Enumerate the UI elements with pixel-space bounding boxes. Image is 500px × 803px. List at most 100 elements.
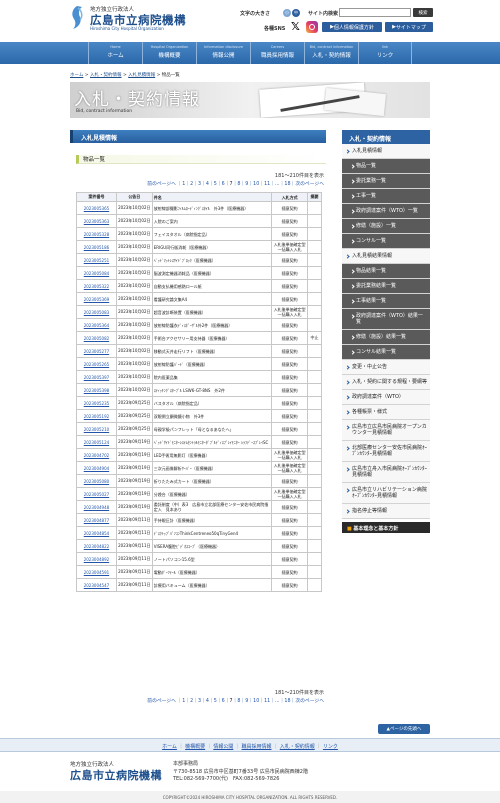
- sidebar-item[interactable]: 政府調達案件（WTO）: [342, 390, 430, 405]
- page-link-top[interactable]: 1: [182, 182, 185, 187]
- case-id-link[interactable]: 2023004591: [84, 570, 109, 575]
- sidebar-item[interactable]: 修繕（施設）一覧: [342, 219, 430, 234]
- sidebar-item[interactable]: 工事一覧: [342, 189, 430, 204]
- page-link-bottom[interactable]: 10: [253, 699, 259, 704]
- footer-link-disclosure[interactable]: 情報公開: [213, 744, 233, 750]
- case-id-link[interactable]: 2023004822: [84, 544, 109, 549]
- sidebar-item[interactable]: 物品結果一覧: [342, 264, 430, 279]
- page-link-top[interactable]: 8: [237, 182, 240, 187]
- page-link-top[interactable]: 9: [245, 182, 248, 187]
- footer-link-careers[interactable]: 職員採用情報: [242, 744, 272, 750]
- sidebar-item[interactable]: 工事結果一覧: [342, 294, 430, 309]
- next-page-link[interactable]: 次のページへ: [295, 699, 324, 704]
- sidebar-item[interactable]: 委託業務一覧: [342, 174, 430, 189]
- case-id-link[interactable]: 2023005082: [84, 336, 109, 341]
- sidebar-item[interactable]: 入札見積情報: [342, 144, 430, 159]
- logo-icon[interactable]: [70, 5, 85, 30]
- page-link-bottom[interactable]: 11: [264, 699, 270, 704]
- case-id-link[interactable]: 2023004702: [84, 453, 109, 458]
- page-link-top[interactable]: 5: [214, 182, 217, 187]
- case-id-link[interactable]: 2023004948: [84, 505, 109, 510]
- sidebar-item[interactable]: 広島市立広島市民病院オープンカウンター見積情報: [342, 420, 430, 441]
- gnav-link[interactable]: link リンク: [358, 42, 412, 64]
- case-id-link[interactable]: 2023005192: [84, 414, 109, 419]
- page-link-top[interactable]: 18: [284, 182, 290, 187]
- sidebar-item[interactable]: 政府調達案件（WTO）一覧: [342, 204, 430, 219]
- gnav-home[interactable]: Home ホーム: [88, 42, 142, 64]
- page-link-bottom[interactable]: 5: [214, 699, 217, 704]
- page-link-bottom[interactable]: 6: [222, 699, 225, 704]
- x-icon[interactable]: 𝕏: [291, 21, 302, 32]
- sidebar-item[interactable]: 入札・契約に関する規程・要綱等: [342, 375, 430, 390]
- footer-link-link[interactable]: リンク: [323, 744, 338, 750]
- footer-link-home[interactable]: ホーム: [162, 744, 177, 750]
- sidebar-item[interactable]: 指名停止等情報: [342, 504, 430, 519]
- gnav-organization[interactable]: Hospital Organization 機構概要: [142, 42, 196, 64]
- font-size-medium-button[interactable]: 中: [292, 8, 300, 17]
- sidebar-item[interactable]: 各種帳票・様式: [342, 405, 430, 420]
- case-id-link[interactable]: 2023004854: [84, 531, 109, 536]
- sidebar-item[interactable]: コンサル結果一覧: [342, 345, 430, 360]
- page-link-top[interactable]: 6: [222, 182, 225, 187]
- next-page-link[interactable]: 次のページへ: [295, 182, 324, 187]
- page-link-bottom[interactable]: 9: [245, 699, 248, 704]
- case-id-link[interactable]: 2023005397: [84, 375, 109, 380]
- case-id-link[interactable]: 2023005027: [84, 492, 109, 497]
- case-id-link[interactable]: 2023005210: [84, 427, 109, 432]
- sidebar-item[interactable]: 変更・中止公告: [342, 360, 430, 375]
- font-size-small-button[interactable]: 小: [283, 8, 291, 17]
- philosophy-button[interactable]: ■ 基本理念と基本方針: [342, 522, 430, 533]
- case-id-link[interactable]: 2023005363: [84, 219, 109, 224]
- footer-link-organization[interactable]: 機構概要: [185, 744, 205, 750]
- breadcrumb-bid-contract[interactable]: 入札・契約情報: [90, 73, 122, 78]
- case-id-link[interactable]: 2023004892: [84, 557, 109, 562]
- sidebar-item[interactable]: 広島市立リハビリテーション病院ｵｰﾌﾟﾝｶｳﾝﾀｰ見積情報: [342, 483, 430, 504]
- page-link-top[interactable]: 2: [190, 182, 193, 187]
- sidebar-item[interactable]: コンサル一覧: [342, 234, 430, 249]
- case-id-link[interactable]: 2023004877: [84, 518, 109, 523]
- page-link-top[interactable]: 3: [198, 182, 201, 187]
- page-link-top[interactable]: 10: [253, 182, 259, 187]
- page-link-top[interactable]: 4: [206, 182, 209, 187]
- sidebar-item[interactable]: 物品一覧: [342, 159, 430, 174]
- case-id-link[interactable]: 2023005124: [84, 440, 109, 445]
- footer-link-bid-contract[interactable]: 入札・契約情報: [280, 744, 315, 750]
- gnav-careers[interactable]: Careers 職員採用情報: [250, 42, 304, 64]
- page-top-button[interactable]: ▲ ページの先頭へ: [378, 724, 430, 734]
- instagram-icon[interactable]: [306, 21, 318, 33]
- case-id-link[interactable]: 2023005322: [84, 284, 109, 289]
- case-id-link[interactable]: 2023004904: [84, 466, 109, 471]
- search-input[interactable]: [339, 8, 411, 17]
- case-id-link[interactable]: 2023005277: [84, 349, 109, 354]
- page-link-bottom[interactable]: 2: [190, 699, 193, 704]
- search-button[interactable]: 検索: [413, 8, 433, 17]
- case-id-link[interactable]: 2023005364: [84, 323, 109, 328]
- breadcrumb-bid-info[interactable]: 入札見積情報: [128, 73, 155, 78]
- case-id-link[interactable]: 2023005083: [84, 310, 109, 315]
- case-id-link[interactable]: 2023005328: [84, 232, 109, 237]
- gnav-bid-contract[interactable]: Bid, contract information 入札・契約情報: [304, 42, 358, 64]
- gnav-disclosure[interactable]: Information disclosure 情報公開: [196, 42, 250, 64]
- case-id-link[interactable]: 2023005365: [84, 206, 109, 211]
- page-link-bottom[interactable]: 8: [237, 699, 240, 704]
- page-link-bottom[interactable]: 3: [198, 699, 201, 704]
- prev-page-link[interactable]: 前のページへ: [147, 182, 176, 187]
- sidebar-item[interactable]: 委託業務結果一覧: [342, 279, 430, 294]
- sidebar-item[interactable]: 修繕（施設）結果一覧: [342, 330, 430, 345]
- sidebar-item[interactable]: 北部医療センター安佐市民病院ｵｰﾌﾟﾝｶｳﾝﾀｰ見積情報: [342, 441, 430, 462]
- page-link-bottom[interactable]: 4: [206, 699, 209, 704]
- privacy-policy-button[interactable]: ▶ 個人情報保護方針: [322, 22, 382, 32]
- case-id-link[interactable]: 2023005084: [84, 271, 109, 276]
- prev-page-link[interactable]: 前のページへ: [147, 699, 176, 704]
- sidebar-item[interactable]: 広島市立舟入市民病院ｵｰﾌﾟﾝｶｳﾝﾀｰ見積情報: [342, 462, 430, 483]
- case-id-link[interactable]: 2023005235: [84, 401, 109, 406]
- breadcrumb-home[interactable]: ホーム: [70, 73, 83, 78]
- case-id-link[interactable]: 2023005080: [84, 479, 109, 484]
- case-id-link[interactable]: 2023005251: [84, 258, 109, 263]
- case-id-link[interactable]: 2023005398: [84, 388, 109, 393]
- case-id-link[interactable]: 2023005186: [84, 245, 109, 250]
- case-id-link[interactable]: 2023005265: [84, 362, 109, 367]
- page-link-bottom[interactable]: 1: [182, 699, 185, 704]
- sitemap-button[interactable]: ▶ サイトマップ: [385, 22, 433, 32]
- sidebar-item[interactable]: 政府調達案件（WTO）結果一覧: [342, 309, 430, 330]
